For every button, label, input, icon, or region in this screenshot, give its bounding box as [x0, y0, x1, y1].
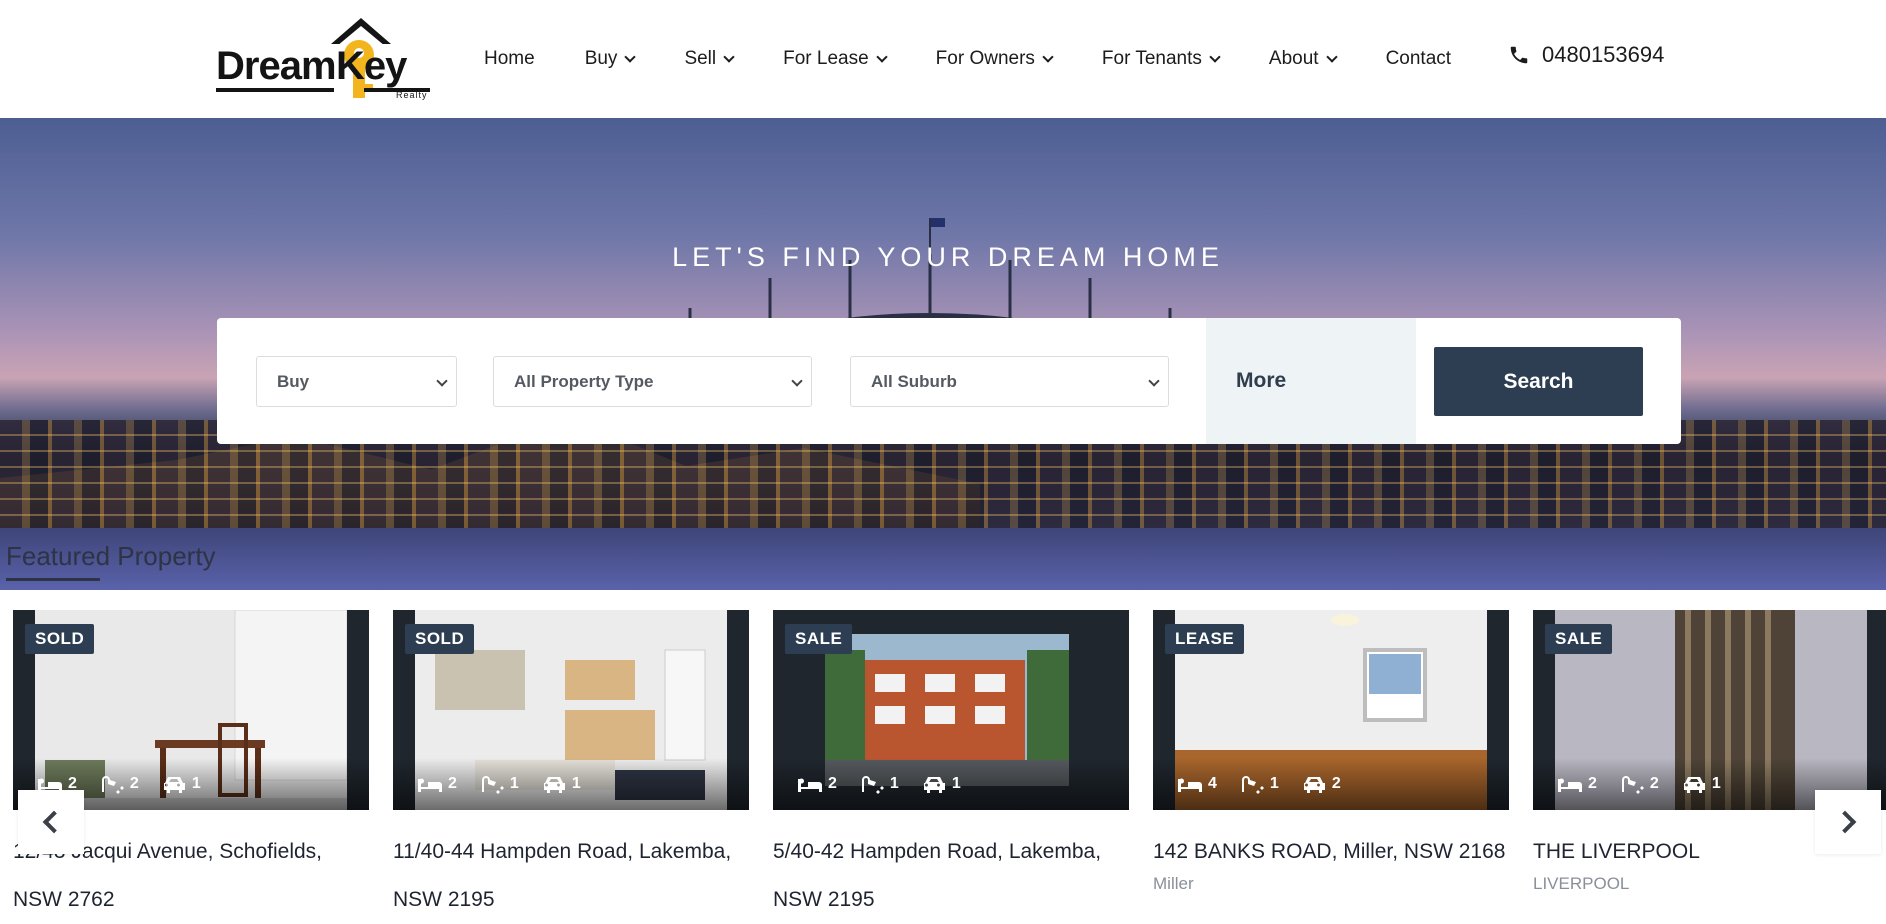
logo-word-dream: Dream [216, 44, 337, 88]
parking-stat: 1 [921, 774, 961, 794]
search-button[interactable]: Search [1434, 347, 1643, 416]
property-suburb: Miller [1153, 874, 1194, 893]
more-filters-button[interactable]: More [1206, 318, 1416, 444]
bedrooms-stat: 2 [797, 774, 837, 794]
property-stats: 2 1 1 [393, 758, 749, 810]
status-badge: SOLD [25, 624, 95, 654]
chevron-down-icon [624, 50, 637, 63]
property-card[interactable]: SALE 2 1 1 5/40-42 Hampden Road, Lakemba… [773, 610, 1129, 911]
status-badge: LEASE [1165, 624, 1245, 654]
bathrooms-stat: 1 [479, 774, 519, 794]
bed-icon [418, 778, 442, 792]
property-suburb: LIVERPOOL [1533, 874, 1630, 893]
property-search-panel: Buy All Property Type All Suburb More Se… [217, 318, 1681, 444]
bedrooms-stat: 2 [417, 774, 457, 794]
property-address[interactable]: 142 BANKS ROAD, Miller, NSW 2168 [1153, 828, 1509, 876]
property-card[interactable]: SOLD 2 1 1 11/40-44 Hampden Road, Lakemb… [393, 610, 749, 911]
phone-link[interactable]: 0480153694 [1508, 42, 1664, 68]
car-icon [1303, 777, 1325, 793]
site-header: Dream Key Realty Home Buy Sell For Lease… [0, 0, 1886, 118]
chevron-down-icon [791, 375, 803, 387]
shower-icon [1241, 776, 1264, 794]
carousel-next-button[interactable] [1815, 790, 1881, 854]
car-icon [163, 777, 185, 793]
nav-item-contact[interactable]: Contact [1386, 48, 1451, 70]
property-card[interactable]: SOLD 2 2 1 12/43 Jacqui Avenue, Schofiel… [13, 610, 369, 911]
property-stats: 2 1 1 [773, 758, 1129, 810]
chevron-down-icon [1209, 50, 1221, 63]
status-badge: SALE [785, 624, 853, 654]
hero-title: LET'S FIND YOUR DREAM HOME [672, 242, 1224, 272]
chevron-down-icon [1325, 50, 1338, 63]
property-photo[interactable]: SALE 2 1 1 [773, 610, 1129, 810]
property-address[interactable]: 5/40-42 Hampden Road, Lakemba, NSW 2195 [773, 828, 1129, 924]
phone-icon [1510, 46, 1528, 64]
nav-item-for-owners[interactable]: For Owners [936, 48, 1054, 70]
bathrooms-stat: 2 [99, 774, 139, 794]
chevron-down-icon [876, 50, 888, 63]
property-photo[interactable]: SOLD 2 2 1 [13, 610, 369, 810]
nav-item-for-tenants[interactable]: For Tenants [1102, 48, 1221, 70]
shower-icon [1621, 776, 1644, 794]
dreamkey-logo[interactable]: Dream Key Realty [216, 18, 432, 100]
bathrooms-stat: 1 [859, 774, 899, 794]
car-icon [923, 777, 945, 793]
featured-heading: Featured Property [6, 541, 216, 571]
shower-icon [861, 776, 884, 794]
chevron-down-icon [436, 375, 448, 387]
logo-word-key: Key [336, 44, 407, 88]
chevron-down-icon [1148, 375, 1160, 387]
logo-tagline: Realty [396, 90, 428, 100]
nav-item-about[interactable]: About [1269, 48, 1338, 70]
property-card[interactable]: SALE 2 2 1 THE LIVERPOOL LIVERPOOL [1533, 610, 1886, 903]
carousel-prev-button[interactable] [18, 790, 84, 854]
chevron-down-icon [723, 50, 735, 63]
shower-icon [101, 776, 124, 794]
status-badge: SOLD [405, 624, 475, 654]
car-icon [1683, 777, 1705, 793]
suburb-select[interactable]: All Suburb [850, 356, 1169, 407]
parking-stat: 1 [161, 774, 201, 794]
phone-number: 0480153694 [1542, 42, 1665, 67]
heading-underline [6, 578, 100, 581]
nav-item-home[interactable]: Home [484, 48, 535, 70]
bedrooms-stat: 2 [1557, 774, 1597, 794]
bedrooms-stat: 4 [1177, 774, 1217, 794]
bathrooms-stat: 2 [1619, 774, 1659, 794]
nav-item-sell[interactable]: Sell [684, 48, 735, 70]
bed-icon [798, 778, 822, 792]
chevron-right-icon [1833, 810, 1857, 834]
bed-icon [1558, 778, 1582, 792]
parking-stat: 1 [1681, 774, 1721, 794]
bathrooms-stat: 1 [1239, 774, 1279, 794]
nav-item-for-lease[interactable]: For Lease [783, 48, 888, 70]
parking-stat: 2 [1301, 774, 1341, 794]
property-stats: 4 1 2 [1153, 758, 1509, 810]
shower-icon [481, 776, 504, 794]
property-photo[interactable]: SOLD 2 1 1 [393, 610, 749, 810]
main-nav: Home Buy Sell For Lease For Owners For T… [484, 0, 1501, 118]
car-icon [543, 777, 565, 793]
status-badge: SALE [1545, 624, 1613, 654]
property-address[interactable]: 11/40-44 Hampden Road, Lakemba, NSW 2195 [393, 828, 749, 924]
property-photo[interactable]: SALE 2 2 1 [1533, 610, 1886, 810]
property-card[interactable]: LEASE 4 1 2 142 BANKS ROAD, Miller, NSW … [1153, 610, 1509, 903]
bed-icon [1178, 778, 1202, 792]
nav-item-buy[interactable]: Buy [585, 48, 637, 70]
listing-mode-select[interactable]: Buy [256, 356, 457, 407]
property-type-select[interactable]: All Property Type [493, 356, 812, 407]
harbour-water [0, 528, 1886, 590]
parking-stat: 1 [541, 774, 581, 794]
chevron-down-icon [1042, 50, 1054, 63]
chevron-left-icon [42, 810, 66, 834]
property-photo[interactable]: LEASE 4 1 2 [1153, 610, 1509, 810]
